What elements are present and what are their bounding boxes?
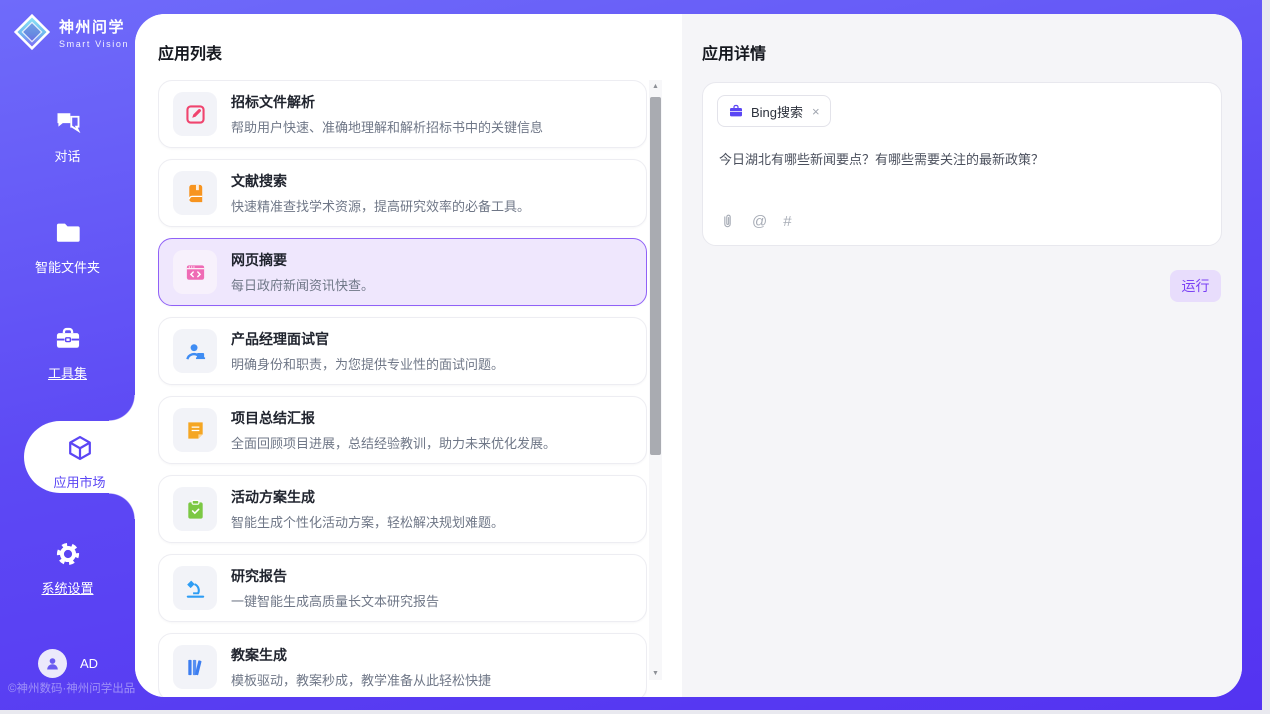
app-card-desc: 模板驱动，教案秒成，教学准备从此轻松快捷 <box>231 670 491 689</box>
prompt-card[interactable]: Bing搜索 × 今日湖北有哪些新闻要点？有哪些需要关注的最新政策？ @ # <box>702 82 1222 246</box>
tool-chip-label: Bing搜索 <box>751 102 803 121</box>
folder-icon <box>54 234 82 251</box>
scrollbar-thumb[interactable] <box>650 97 661 455</box>
book-icon <box>173 171 217 215</box>
paperclip-icon[interactable] <box>719 213 736 230</box>
app-card-list: 招标文件解析帮助用户快速、准确地理解和解析招标书中的关键信息文献搜索快速精准查找… <box>158 80 647 697</box>
user-account[interactable]: AD <box>38 649 98 678</box>
person-icon <box>44 655 61 672</box>
app-card-title: 招标文件解析 <box>231 92 543 112</box>
books-icon <box>173 645 217 689</box>
sidebar-item-folders[interactable]: 智能文件夹 <box>0 219 135 276</box>
clipboard-check-icon <box>173 487 217 531</box>
sidebar-item-tools[interactable]: 工具集 <box>0 325 135 382</box>
chip-close-icon[interactable]: × <box>812 104 820 119</box>
app-card[interactable]: 网页摘要每日政府新闻资讯快查。 <box>158 238 647 306</box>
app-card-title: 产品经理面试官 <box>231 329 504 349</box>
app-card[interactable]: 招标文件解析帮助用户快速、准确地理解和解析招标书中的关键信息 <box>158 80 647 148</box>
user-initials: AD <box>80 656 98 671</box>
avatar <box>38 649 67 678</box>
app-card-desc: 每日政府新闻资讯快查。 <box>231 275 374 294</box>
app-list-panel: 应用列表 招标文件解析帮助用户快速、准确地理解和解析招标书中的关键信息文献搜索快… <box>135 14 682 697</box>
brand-diamond-icon <box>11 11 53 53</box>
app-list-title: 应用列表 <box>158 40 222 64</box>
content-window: 应用列表 招标文件解析帮助用户快速、准确地理解和解析招标书中的关键信息文献搜索快… <box>135 14 1242 697</box>
app-card-desc: 智能生成个性化活动方案，轻松解决规划难题。 <box>231 512 504 531</box>
app-card[interactable]: 文献搜索快速精准查找学术资源，提高研究效率的必备工具。 <box>158 159 647 227</box>
sidebar-item-label: 系统设置 <box>0 578 135 597</box>
brand-subtitle: Smart Vision <box>59 39 129 49</box>
brand-name: 神州问学 <box>59 16 129 37</box>
app-card-desc: 明确身份和职责，为您提供专业性的面试问题。 <box>231 354 504 373</box>
tool-chip-bing[interactable]: Bing搜索 × <box>717 95 831 127</box>
scrollbar[interactable]: ▲ ▼ <box>649 80 662 680</box>
app-detail-panel: 应用详情 Bing搜索 × 今日湖北有哪些新闻要点？有哪些需要关注的最新政策？ <box>682 14 1242 697</box>
app-frame: 神州问学 Smart Vision 对话智能文件夹工具集应用市场系统设置 AD … <box>0 0 1262 710</box>
app-card-desc: 帮助用户快速、准确地理解和解析招标书中的关键信息 <box>231 117 543 136</box>
prompt-text[interactable]: 今日湖北有哪些新闻要点？有哪些需要关注的最新政策？ <box>719 149 1205 168</box>
app-card[interactable]: 教案生成模板驱动，教案秒成，教学准备从此轻松快捷 <box>158 633 647 697</box>
sidebar-item-chat[interactable]: 对话 <box>0 108 135 165</box>
app-card-title: 网页摘要 <box>231 250 374 270</box>
sidebar-item-settings[interactable]: 系统设置 <box>0 540 135 597</box>
copyright: ©神州数码·神州问学出品 <box>8 680 135 696</box>
app-card-desc: 快速精准查找学术资源，提高研究效率的必备工具。 <box>231 196 530 215</box>
app-card[interactable]: 产品经理面试官明确身份和职责，为您提供专业性的面试问题。 <box>158 317 647 385</box>
sidebar: 神州问学 Smart Vision 对话智能文件夹工具集应用市场系统设置 AD … <box>0 0 135 710</box>
scroll-down-icon[interactable]: ▼ <box>649 667 662 680</box>
toolbox-icon <box>54 340 82 357</box>
cube-icon <box>66 449 94 466</box>
note-icon <box>173 408 217 452</box>
app-card-title: 文献搜索 <box>231 171 530 191</box>
sidebar-item-label: 工具集 <box>0 363 135 382</box>
run-button[interactable]: 运行 <box>1170 270 1221 302</box>
chat-icon <box>54 123 82 140</box>
sidebar-item-market[interactable]: 应用市场 <box>24 421 135 493</box>
sidebar-item-label: 应用市场 <box>24 472 135 491</box>
app-card-desc: 全面回顾项目进展，总结经验教训，助力未来优化发展。 <box>231 433 556 452</box>
gear-icon <box>54 555 82 572</box>
briefcase-icon <box>728 103 744 119</box>
app-card-title: 研究报告 <box>231 566 439 586</box>
app-card-title: 教案生成 <box>231 645 491 665</box>
app-card-title: 活动方案生成 <box>231 487 504 507</box>
app-card[interactable]: 活动方案生成智能生成个性化活动方案，轻松解决规划难题。 <box>158 475 647 543</box>
interviewer-icon <box>173 329 217 373</box>
app-detail-title: 应用详情 <box>702 40 766 64</box>
app-card[interactable]: 研究报告一键智能生成高质量长文本研究报告 <box>158 554 647 622</box>
app-card-desc: 一键智能生成高质量长文本研究报告 <box>231 591 439 610</box>
hash-icon[interactable]: # <box>783 213 791 230</box>
sidebar-item-label: 智能文件夹 <box>0 257 135 276</box>
sidebar-item-label: 对话 <box>0 146 135 165</box>
pen-square-icon <box>173 92 217 136</box>
microscope-icon <box>173 566 217 610</box>
at-icon[interactable]: @ <box>752 213 767 230</box>
app-card-title: 项目总结汇报 <box>231 408 556 428</box>
app-card[interactable]: 项目总结汇报全面回顾项目进展，总结经验教训，助力未来优化发展。 <box>158 396 647 464</box>
scroll-up-icon[interactable]: ▲ <box>649 80 662 93</box>
brand-logo: 神州问学 Smart Vision <box>11 11 129 53</box>
attachment-toolbar: @ # <box>719 213 792 230</box>
browser-code-icon <box>173 250 217 294</box>
